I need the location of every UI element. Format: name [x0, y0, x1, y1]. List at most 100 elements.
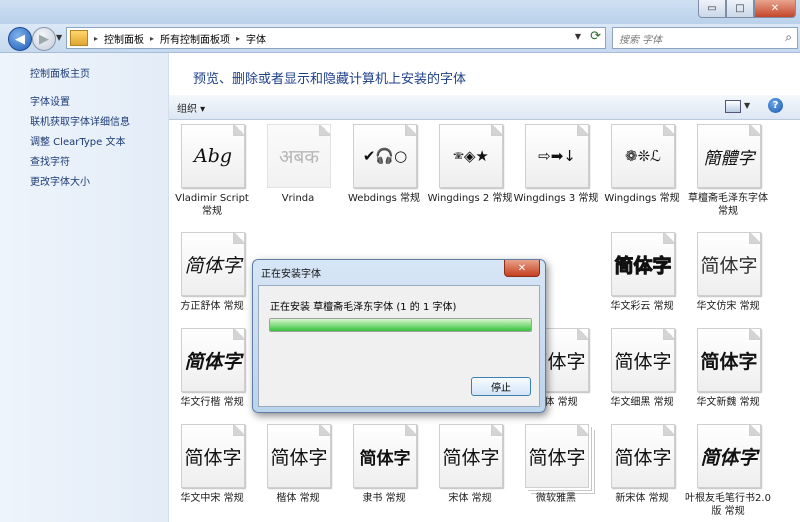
breadcrumb-fonts[interactable]: 字体	[246, 31, 266, 46]
address-dropdown-icon[interactable]: ▼	[575, 32, 581, 41]
font-name: 隶书 常规	[362, 493, 406, 504]
font-preview: Abg	[181, 124, 245, 188]
font-tile[interactable]: ✔🎧○ Webdings 常规	[341, 120, 427, 216]
font-preview: 🕾◈★	[439, 124, 503, 188]
font-tile[interactable]: 简体字 隶书 常规	[341, 420, 427, 516]
dialog-close-button[interactable]: ✕	[504, 260, 540, 277]
view-dropdown-icon[interactable]: ▼	[744, 101, 750, 110]
font-tile[interactable]: 简体字 华文新魏 常规	[685, 324, 771, 420]
font-tile[interactable]: 简体字 华文细黑 常规	[599, 324, 685, 420]
font-preview: 简体字	[697, 232, 761, 296]
font-tile[interactable]: 简体字 华文中宋 常规	[169, 420, 255, 516]
font-preview: 简体字	[611, 232, 675, 296]
font-settings-link[interactable]: 字体设置	[30, 93, 130, 113]
close-button[interactable]: ✕	[754, 0, 796, 18]
arrow-right-icon: ▶	[39, 31, 49, 47]
font-preview: 简体字	[439, 424, 503, 488]
help-icon[interactable]: ?	[768, 98, 783, 113]
font-tile[interactable]: 简体字 华文行楷 常规	[169, 324, 255, 420]
window-titlebar: ▭ □ ✕	[0, 0, 800, 24]
refresh-icon[interactable]: ⟳	[590, 29, 601, 44]
font-name: 草檀斋毛泽东字体 常规	[688, 193, 768, 217]
font-tile[interactable]: अबक Vrinda	[255, 120, 341, 216]
font-name: 华文彩云 常规	[610, 301, 674, 312]
font-name: 华文行楷 常规	[180, 397, 244, 408]
font-preview: अबक	[267, 124, 331, 188]
get-font-info-online-link[interactable]: 联机获取字体详细信息	[30, 113, 130, 133]
control-panel-home-link[interactable]: 控制面板主页	[30, 65, 90, 80]
dialog-body: 正在安装 草檀斋毛泽东字体 (1 的 1 字体) 停止	[258, 285, 540, 407]
breadcrumb-control-panel[interactable]: 控制面板	[104, 31, 144, 46]
font-name: 华文仿宋 常规	[696, 301, 760, 312]
font-preview: 簡體字	[697, 124, 761, 188]
change-font-size-link[interactable]: 更改字体大小	[30, 173, 130, 193]
page-title: 预览、删除或者显示和隐藏计算机上安装的字体	[193, 72, 467, 87]
font-tile[interactable]: ❁❊ℒ Wingdings 常规	[599, 120, 685, 216]
font-name: 华文细黑 常规	[610, 397, 674, 408]
chevron-right-icon[interactable]: ▸	[150, 34, 154, 43]
change-view-icon[interactable]	[725, 100, 741, 113]
font-name: 新宋体 常规	[615, 493, 669, 504]
install-progress-bar	[269, 318, 532, 332]
font-preview: 简体字	[611, 424, 675, 488]
font-preview: ❁❊ℒ	[611, 124, 675, 188]
font-name: Wingdings 2 常规	[427, 193, 513, 204]
font-tile[interactable]: 简体字 华文仿宋 常规	[685, 228, 771, 324]
font-name: Webdings 常规	[347, 193, 420, 204]
font-name: 宋体 常规	[448, 493, 492, 504]
maximize-button[interactable]: □	[726, 0, 754, 18]
font-tile[interactable]: 简体字 宋体 常规	[427, 420, 513, 516]
dialog-title: 正在安装字体	[261, 269, 321, 280]
minimize-button[interactable]: ▭	[698, 0, 726, 18]
search-input[interactable]: 搜索 字体	[619, 31, 662, 46]
find-character-link[interactable]: 查找字符	[30, 153, 130, 173]
command-bar: 组织 ▾ ▼ ?	[169, 95, 800, 120]
breadcrumb-all-items[interactable]: 所有控制面板项	[160, 31, 230, 46]
font-tile[interactable]: 简体字 新宋体 常规	[599, 420, 685, 516]
font-name: 微软雅黑	[536, 493, 576, 504]
navigation-bar: ◀ ▶ ▼ ▸ 控制面板 ▸ 所有控制面板项 ▸ 字体 ▼ ⟳ 搜索 字体 ⌕	[0, 24, 800, 53]
search-icon[interactable]: ⌕	[785, 30, 792, 45]
forward-button[interactable]: ▶	[32, 27, 56, 51]
font-tile[interactable]: ⇨➡↓ Wingdings 3 常规	[513, 120, 599, 216]
font-tile[interactable]: 🕾◈★ Wingdings 2 常规	[427, 120, 513, 216]
font-name: Vrinda	[281, 193, 315, 204]
font-tile[interactable]: Abg Vladimir Script 常规	[169, 120, 255, 217]
font-tile[interactable]: 简体字 微软雅黑	[513, 420, 599, 516]
font-preview: 简体字	[181, 232, 245, 296]
font-preview: 简体字	[611, 328, 675, 392]
search-box[interactable]: 搜索 字体 ⌕	[612, 27, 798, 49]
task-links: 字体设置 联机获取字体详细信息 调整 ClearType 文本 查找字符 更改字…	[30, 93, 130, 193]
install-status-text: 正在安装 草檀斋毛泽东字体 (1 的 1 字体)	[270, 302, 457, 313]
folder-icon	[70, 30, 88, 46]
font-tile[interactable]: 简体字 华文彩云 常规	[599, 228, 685, 324]
font-tile[interactable]: 简体字 方正舒体 常规	[169, 228, 255, 324]
progress-fill	[270, 319, 531, 331]
font-name: Wingdings 常规	[604, 193, 680, 204]
font-preview: 简体字	[267, 424, 331, 488]
chevron-right-icon[interactable]: ▸	[94, 34, 98, 43]
back-button[interactable]: ◀	[8, 27, 32, 51]
history-dropdown-icon[interactable]: ▼	[56, 33, 62, 42]
font-name: Vladimir Script 常规	[175, 193, 249, 217]
font-name: 华文新魏 常规	[696, 397, 760, 408]
window-controls: ▭ □ ✕	[698, 0, 796, 18]
font-name: 叶根友毛笔行书2.0版 常规	[685, 493, 771, 517]
stop-button[interactable]: 停止	[471, 377, 531, 396]
font-tile[interactable]: 简体字 楷体 常规	[255, 420, 341, 516]
font-name: 方正舒体 常规	[180, 301, 244, 312]
arrow-left-icon: ◀	[15, 31, 25, 47]
font-name: Wingdings 3 常规	[513, 193, 599, 204]
font-tile[interactable]: 简体字 叶根友毛笔行书2.0版 常规	[685, 420, 771, 517]
font-preview: 简体字	[353, 424, 417, 488]
font-tile[interactable]: 簡體字 草檀斋毛泽东字体 常规	[685, 120, 771, 217]
font-preview: 简体字	[697, 328, 761, 392]
font-preview: ⇨➡↓	[525, 124, 589, 188]
font-preview: 简体字	[181, 328, 245, 392]
address-bar[interactable]: ▸ 控制面板 ▸ 所有控制面板项 ▸ 字体 ▼ ⟳	[66, 27, 606, 49]
font-preview: 简体字	[697, 424, 761, 488]
chevron-right-icon[interactable]: ▸	[236, 34, 240, 43]
organize-menu[interactable]: 组织 ▾	[177, 100, 205, 115]
font-preview: 简体字	[181, 424, 245, 488]
adjust-cleartype-link[interactable]: 调整 ClearType 文本	[30, 133, 130, 153]
